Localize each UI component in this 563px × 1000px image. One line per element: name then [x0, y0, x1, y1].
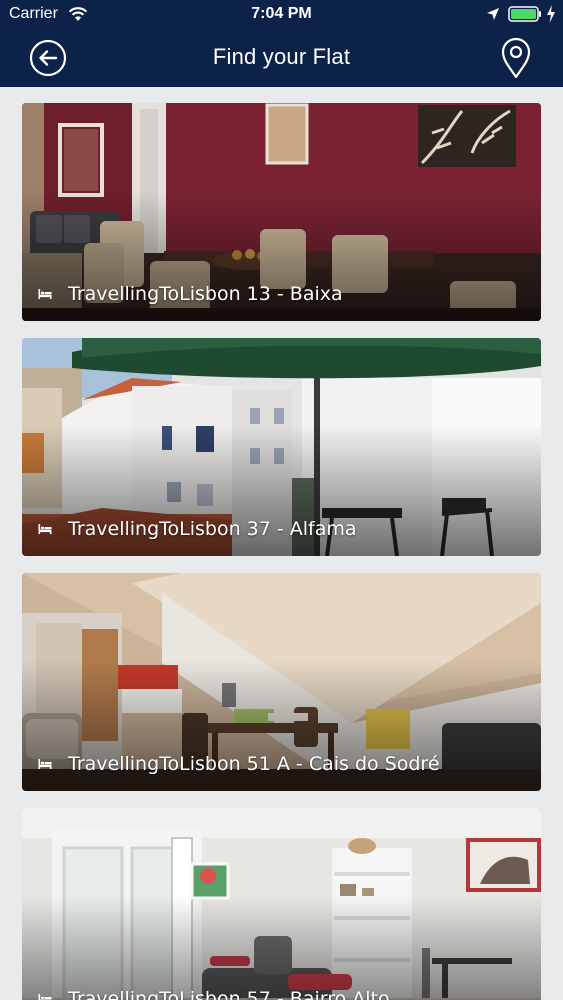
flat-card[interactable]: TravellingToLisbon 37 - Alfama — [22, 338, 541, 556]
top-bar: Carrier 7:04 PM Find your Flat — [0, 0, 563, 87]
charging-icon — [547, 5, 555, 23]
flat-name: TravellingToLisbon 13 - Baixa — [68, 283, 343, 305]
bed-icon — [38, 759, 52, 769]
flat-card[interactable]: TravellingToLisbon 13 - Baixa — [22, 103, 541, 321]
flat-label: TravellingToLisbon 51 A - Cais do Sodré — [38, 753, 440, 775]
flat-name: TravellingToLisbon 37 - Alfama — [68, 518, 357, 540]
flat-list: TravellingToLisbon 13 - Baixa Travelling… — [0, 87, 563, 1000]
app-screen: Carrier 7:04 PM Find your Flat Travellin… — [0, 0, 563, 1000]
navigation-bar: Find your Flat — [0, 30, 563, 87]
flat-label: TravellingToLisbon 57 - Bairro Alto — [38, 988, 390, 1000]
map-pin-icon[interactable] — [500, 36, 532, 80]
flat-name: TravellingToLisbon 51 A - Cais do Sodré — [68, 753, 440, 775]
bed-icon — [38, 994, 52, 1000]
photo-overlay — [22, 808, 541, 1000]
location-arrow-icon — [487, 8, 499, 20]
status-bar: Carrier 7:04 PM — [0, 0, 563, 30]
bed-icon — [38, 524, 52, 534]
battery-icon — [508, 6, 541, 22]
status-time: 7:04 PM — [251, 5, 312, 22]
page-title: Find your Flat — [212, 44, 351, 69]
flat-card[interactable]: TravellingToLisbon 57 - Bairro Alto — [22, 808, 541, 1000]
flat-card[interactable]: TravellingToLisbon 51 A - Cais do Sodré — [22, 573, 541, 791]
bed-icon — [38, 289, 52, 299]
flat-name: TravellingToLisbon 57 - Bairro Alto — [68, 988, 390, 1000]
flat-label: TravellingToLisbon 37 - Alfama — [38, 518, 357, 540]
flat-label: TravellingToLisbon 13 - Baixa — [38, 283, 343, 305]
